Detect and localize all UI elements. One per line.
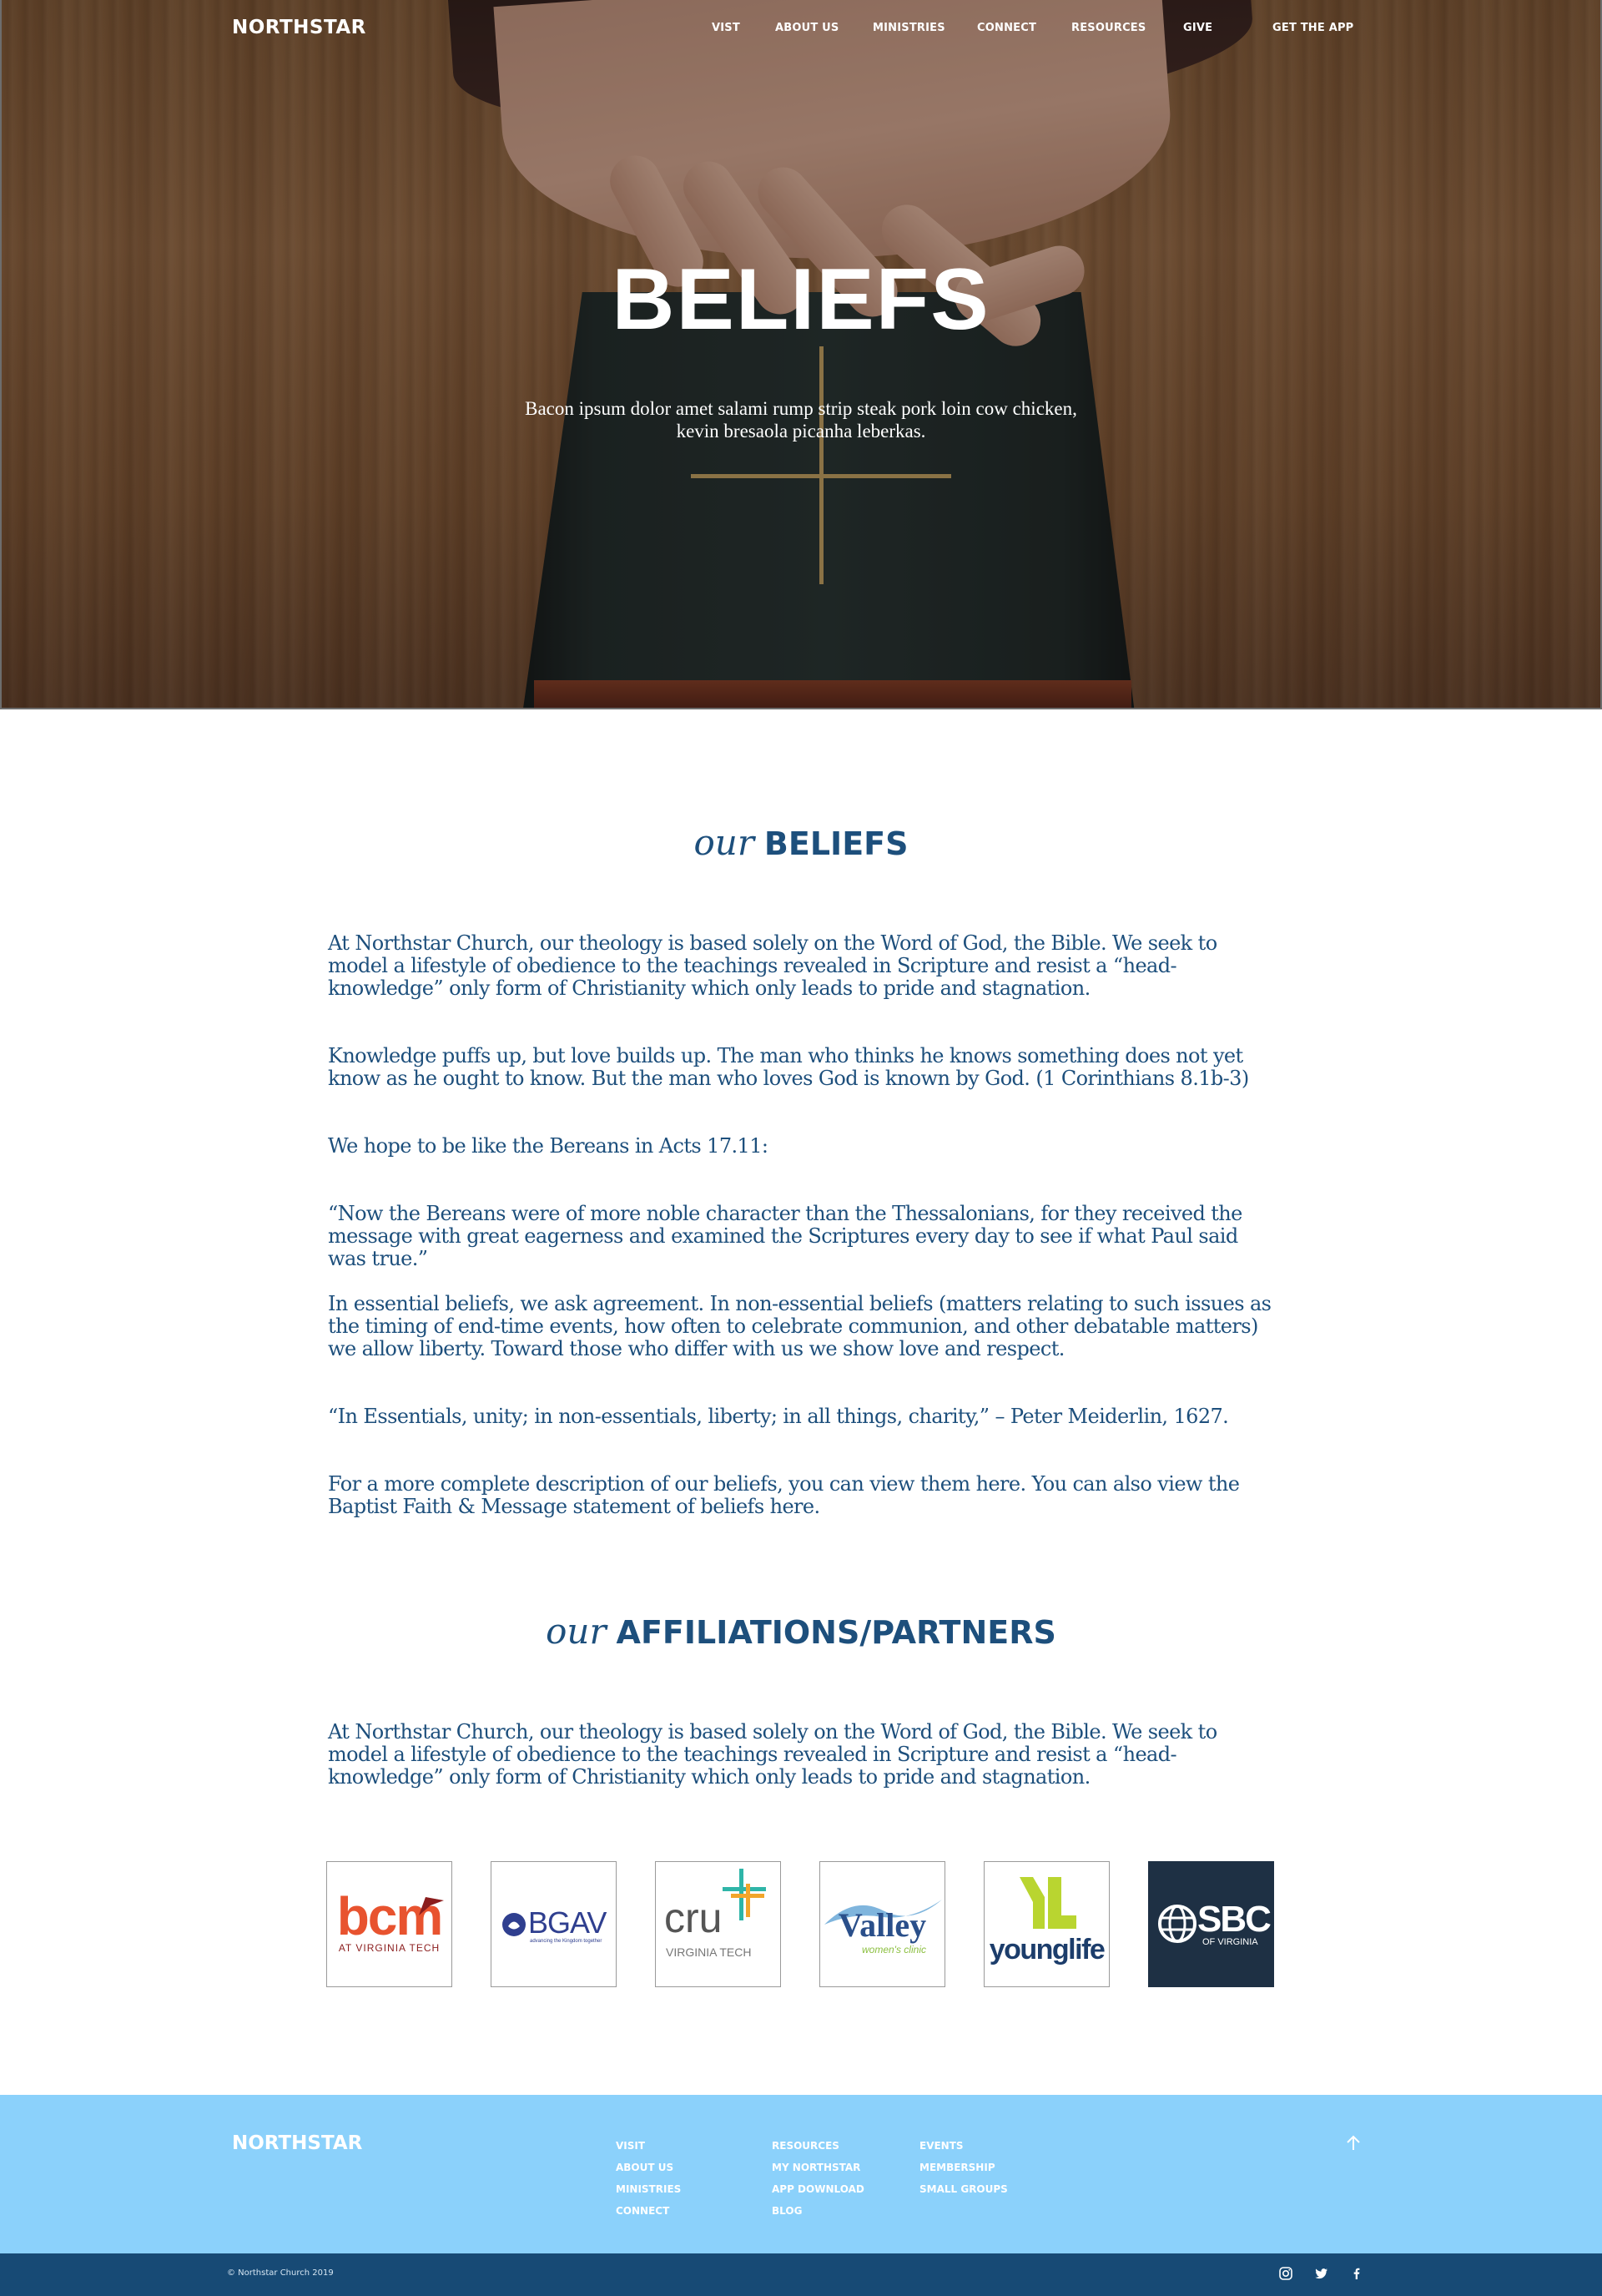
- nav-link-resources[interactable]: RESOURCES: [1071, 22, 1146, 34]
- cru-logo-text: cru: [664, 1895, 723, 1941]
- twitter-icon[interactable]: [1314, 2266, 1329, 2281]
- bgav-logo-sub: advancing the Kingdom together: [530, 1939, 602, 1944]
- footer-column-3: EVENTS MEMBERSHIP SMALL GROUPS: [919, 2135, 1008, 2200]
- nav-link-about-us[interactable]: ABOUT US: [775, 22, 839, 34]
- footer-link-small-groups[interactable]: SMALL GROUPS: [919, 2178, 1008, 2200]
- partner-logos: bcm AT VIRGINIA TECH BGAV advancing the …: [326, 1861, 1274, 1988]
- partner-logo-bgav[interactable]: BGAV advancing the Kingdom together: [491, 1861, 617, 1987]
- site-logo[interactable]: NORTHSTAR: [232, 17, 366, 38]
- partner-logo-valley[interactable]: Valley women's clinic: [819, 1861, 945, 1987]
- affiliations-heading: our AFFILIATIONS/PARTNERS: [0, 1611, 1602, 1652]
- footer-link-ministries[interactable]: MINISTRIES: [616, 2178, 681, 2200]
- hero-subtitle: Bacon ipsum dolor amet salami rump strip…: [525, 398, 1077, 442]
- bcm-logo-text: bcm: [336, 1886, 444, 1946]
- younglife-logo-text: younglife: [989, 1934, 1106, 1965]
- footer-link-app-download[interactable]: APP DOWNLOAD: [772, 2178, 864, 2200]
- bcm-logo-sub: AT VIRGINIA TECH: [338, 1942, 441, 1954]
- valley-logo-sub: women's clinic: [862, 1944, 926, 1955]
- nav-link-visit[interactable]: VIST: [712, 22, 740, 34]
- sbc-logo-text: SBC: [1197, 1899, 1272, 1940]
- footer-link-about-us[interactable]: ABOUT US: [616, 2157, 681, 2178]
- cru-logo-sub: VIRGINIA TECH: [666, 1945, 752, 1959]
- beliefs-heading-strong: BELIEFS: [763, 825, 909, 862]
- affiliations-paragraph: At Northstar Church, our theology is bas…: [328, 1720, 1217, 1789]
- cru-cross-icon: [723, 1869, 766, 1920]
- valley-logo-text: Valley: [838, 1906, 927, 1944]
- bcm-flag-icon: [419, 1897, 444, 1915]
- beliefs-paragraph: “In Essentials, unity; in non-essentials…: [328, 1405, 1229, 1428]
- sbc-globe-icon: [1158, 1905, 1196, 1943]
- hero-title: BELIEFS: [612, 251, 990, 348]
- sbc-logo-sub: OF VIRGINIA: [1202, 1937, 1258, 1947]
- hero-section: [0, 0, 1602, 709]
- beliefs-heading-em: our: [693, 822, 754, 863]
- footer-link-my-northstar[interactable]: MY NORTHSTAR: [772, 2157, 864, 2178]
- affiliations-heading-strong: AFFILIATIONS/PARTNERS: [616, 1614, 1056, 1651]
- instagram-icon[interactable]: [1278, 2266, 1293, 2281]
- get-the-app-button[interactable]: GET THE APP: [1272, 22, 1353, 34]
- nav-link-give[interactable]: GIVE: [1183, 22, 1212, 34]
- footer-column-2: RESOURCES MY NORTHSTAR APP DOWNLOAD BLOG: [772, 2135, 864, 2222]
- footer-link-visit[interactable]: VISIT: [616, 2135, 681, 2157]
- beliefs-paragraph: Knowledge puffs up, but love builds up. …: [328, 1044, 1249, 1090]
- partner-logo-younglife[interactable]: younglife: [984, 1861, 1110, 1987]
- nav-link-connect[interactable]: CONNECT: [977, 22, 1036, 34]
- affiliations-heading-em: our: [546, 1611, 607, 1652]
- beliefs-paragraph: For a more complete description of our b…: [328, 1472, 1240, 1518]
- beliefs-heading: our BELIEFS: [0, 822, 1602, 863]
- footer-link-events[interactable]: EVENTS: [919, 2135, 1008, 2157]
- footer-link-blog[interactable]: BLOG: [772, 2200, 864, 2222]
- partner-logo-bcm[interactable]: bcm AT VIRGINIA TECH: [326, 1861, 452, 1987]
- copyright-text: © Northstar Church 2019: [227, 2268, 334, 2278]
- footer-link-resources[interactable]: RESOURCES: [772, 2135, 864, 2157]
- beliefs-paragraph: At Northstar Church, our theology is bas…: [328, 931, 1217, 1000]
- footer-logo[interactable]: NORTHSTAR: [232, 2132, 362, 2154]
- facebook-icon[interactable]: [1349, 2266, 1364, 2281]
- partner-logo-cru[interactable]: cru VIRGINIA TECH: [655, 1861, 781, 1987]
- younglife-mark-icon: [1020, 1877, 1076, 1929]
- footer-link-membership[interactable]: MEMBERSHIP: [919, 2157, 1008, 2178]
- beliefs-paragraph: We hope to be like the Bereans in Acts 1…: [328, 1134, 768, 1158]
- partner-logo-sbc[interactable]: SBC OF VIRGINIA: [1148, 1861, 1274, 1987]
- nav-link-ministries[interactable]: MINISTRIES: [873, 22, 945, 34]
- back-to-top-arrow-icon[interactable]: [1343, 2133, 1363, 2153]
- beliefs-paragraph: In essential beliefs, we ask agreement. …: [328, 1292, 1272, 1360]
- bgav-logo-text: BGAV: [528, 1905, 607, 1940]
- footer-link-connect[interactable]: CONNECT: [616, 2200, 681, 2222]
- footer-column-1: VISIT ABOUT US MINISTRIES CONNECT: [616, 2135, 681, 2222]
- beliefs-paragraph: “Now the Bereans were of more noble char…: [328, 1202, 1242, 1270]
- bgav-globe-icon: [502, 1913, 526, 1936]
- hero-overlay: [2, 0, 1600, 708]
